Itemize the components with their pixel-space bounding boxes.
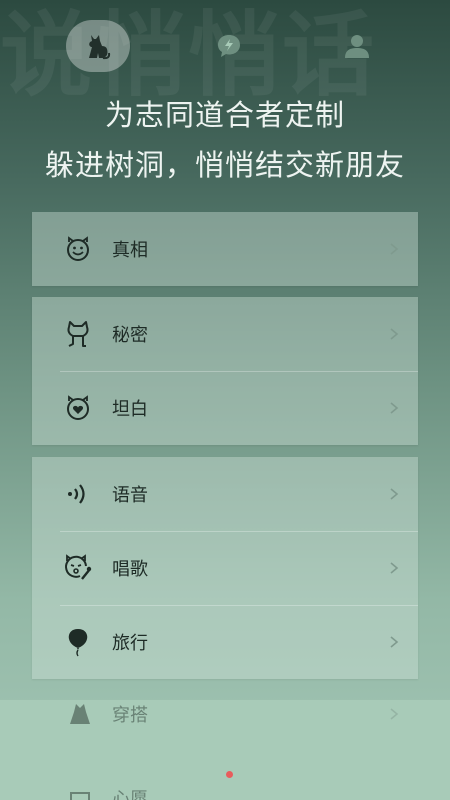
smile-cat-icon (64, 235, 92, 263)
menu-item-label: 秘密 (112, 325, 148, 346)
cat-icon (89, 35, 111, 60)
voice-wave-icon (64, 480, 92, 508)
menu-item-confess[interactable]: 坦白 (32, 371, 418, 445)
chevron-right-icon (390, 562, 399, 574)
unread-badge (226, 771, 233, 778)
menu-item-outfit: 穿搭 (32, 694, 418, 734)
chevron-right-icon (390, 708, 399, 720)
chevron-right-icon (390, 488, 399, 500)
tab-cat[interactable] (66, 20, 130, 72)
headline-line-2: 躲进树洞，悄悄结交新朋友 (44, 148, 405, 182)
menu-group-2: 秘密 坦白 (32, 297, 418, 445)
tab-messages[interactable] (204, 20, 254, 72)
chevron-right-icon (390, 636, 399, 648)
menu-group-3: 语音 唱歌 旅行 (32, 457, 418, 679)
dress-icon (68, 702, 92, 726)
tab-profile[interactable] (332, 20, 382, 72)
menu-item-label: 穿搭 (112, 705, 148, 726)
menu-item-label: 坦白 (112, 399, 148, 420)
balloon-icon (64, 628, 92, 657)
chevron-right-icon (390, 402, 399, 414)
menu-item-label: 语音 (112, 485, 148, 506)
menu-item-secret[interactable]: 秘密 (32, 297, 418, 371)
menu-item-label: 心愿 (112, 789, 148, 800)
cat-figure-icon (64, 320, 92, 348)
menu-item-label: 旅行 (112, 633, 148, 654)
menu-item-truth[interactable]: 真相 (32, 212, 418, 286)
menu-item-voice[interactable]: 语音 (32, 457, 418, 531)
menu-item-travel[interactable]: 旅行 (32, 605, 418, 679)
singing-cat-icon (64, 554, 92, 582)
menu-item-wish: 心愿 (32, 778, 418, 800)
chevron-right-icon (390, 243, 399, 255)
person-icon (345, 35, 369, 58)
gift-cat-icon (68, 786, 92, 800)
heart-cat-icon (64, 394, 92, 422)
menu-item-label: 唱歌 (112, 559, 148, 580)
menu-item-label: 真相 (112, 240, 148, 261)
chat-bubble-icon (218, 35, 240, 57)
menu-item-sing[interactable]: 唱歌 (32, 531, 418, 605)
chevron-right-icon (390, 328, 399, 340)
headline-line-1: 为志同道合者定制 (104, 98, 345, 132)
menu-group-1: 真相 (32, 212, 418, 286)
